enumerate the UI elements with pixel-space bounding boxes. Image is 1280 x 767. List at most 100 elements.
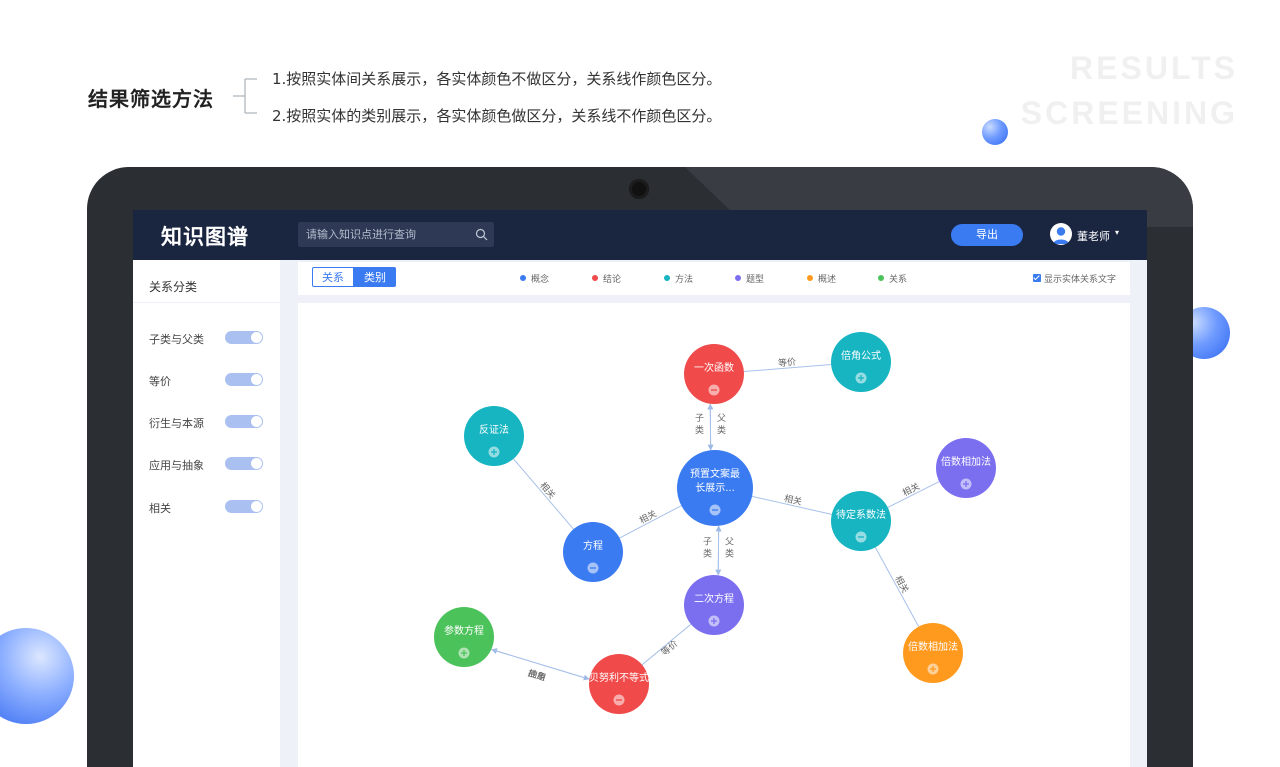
legend-label: 概念 — [531, 275, 549, 285]
legend-item: 概念 — [520, 272, 549, 285]
node-label: 方程 — [583, 539, 603, 552]
graph-node-equation[interactable]: 方程 — [563, 522, 623, 582]
user-name[interactable]: 董老师 — [1077, 228, 1110, 244]
edge-label: 父 — [717, 413, 726, 424]
filter-application-abstraction: 应用与抽象 — [149, 456, 269, 472]
sidebar-title: 关系分类 — [149, 278, 197, 295]
edge-label: 相关 — [637, 507, 659, 526]
graph-canvas[interactable]: 等价子类父类相关相关相关相关相关子类父类等价应用抽象 预置文案最长展示...一次… — [298, 303, 1130, 767]
legend-item: 题型 — [735, 272, 764, 285]
toggle-knob — [251, 374, 262, 385]
edge-label: 相关 — [892, 574, 911, 596]
show-relation-text-option[interactable]: 显示实体关系文字 — [1033, 272, 1116, 285]
legend-dot — [520, 275, 526, 281]
graph-node-param[interactable]: 参数方程 — [434, 607, 494, 667]
edge-label: 等价 — [778, 356, 797, 369]
node-label: 倍角公式 — [841, 349, 881, 362]
laptop-frame: 知识图谱 导出 董老师 ▾ 关系分类 子 — [87, 167, 1193, 767]
divider — [133, 302, 280, 303]
edge-label: 类 — [717, 424, 726, 436]
filter-toggle[interactable] — [225, 415, 263, 428]
legend-item: 概述 — [807, 272, 836, 285]
node-label: 倍数相加法 — [941, 455, 991, 468]
filter-derived-origin: 衍生与本源 — [149, 414, 269, 430]
legend-dot — [664, 275, 670, 281]
node-label: 倍数相加法 — [908, 640, 958, 653]
graph-node-multadd1[interactable]: 倍数相加法 — [936, 438, 996, 498]
chevron-down-icon[interactable]: ▾ — [1115, 228, 1119, 237]
legend-label: 概述 — [818, 275, 836, 285]
user-icon — [1050, 223, 1072, 245]
filter-label: 等价 — [149, 373, 171, 389]
slide-title: 结果筛选方法 — [88, 83, 214, 112]
edge-label: 相关 — [900, 480, 921, 499]
edge-label: 类 — [703, 548, 712, 560]
node-label: 长展示... — [695, 482, 735, 494]
search-input[interactable] — [298, 222, 476, 247]
legend-dot — [735, 275, 741, 281]
legend-label: 题型 — [746, 275, 764, 285]
node-label: 一次函数 — [694, 361, 734, 374]
node-label: 待定系数法 — [836, 508, 886, 521]
checkbox[interactable] — [1033, 274, 1041, 282]
view-mode-relation[interactable]: 关系 — [312, 267, 354, 287]
show-relation-text-label: 显示实体关系文字 — [1044, 275, 1116, 285]
bracket-decoration — [233, 78, 259, 114]
search-icon[interactable] — [475, 228, 488, 241]
legend-dot — [878, 275, 884, 281]
graph-node-center[interactable]: 预置文案最长展示... — [677, 450, 753, 526]
legend-item: 关系 — [878, 272, 907, 285]
legend-label: 方法 — [675, 275, 693, 285]
legend-dot — [592, 275, 598, 281]
legend-item: 结论 — [592, 272, 621, 285]
filter-toggle[interactable] — [225, 373, 263, 386]
graph-node-contra[interactable]: 反证法 — [464, 406, 524, 466]
watermark-results: RESULTS — [1070, 50, 1238, 87]
method-description-2: 2.按照实体的类别展示，各实体颜色做区分，关系线不作颜色区分。 — [272, 105, 721, 126]
filter-label: 应用与抽象 — [149, 457, 204, 473]
decorative-sphere — [982, 119, 1008, 145]
filter-label: 子类与父类 — [149, 331, 204, 347]
camera-icon — [629, 179, 649, 199]
graph-node-multadd2[interactable]: 倍数相加法 — [903, 623, 963, 683]
toggle-knob — [251, 416, 262, 427]
export-button[interactable]: 导出 — [951, 224, 1023, 246]
filter-toggle[interactable] — [225, 331, 263, 344]
edge-label: 子 — [695, 413, 704, 424]
edge-label: 类 — [725, 548, 734, 560]
graph-node-quad[interactable]: 二次方程 — [684, 575, 744, 635]
graph-node-bern[interactable]: 贝努利不等式 — [589, 654, 649, 714]
knowledge-graph[interactable]: 等价子类父类相关相关相关相关相关子类父类等价应用抽象 预置文案最长展示...一次… — [298, 303, 1130, 767]
node-label: 参数方程 — [444, 624, 484, 637]
toggle-knob — [251, 458, 262, 469]
view-mode-category[interactable]: 类别 — [354, 267, 396, 287]
toggle-knob — [251, 501, 262, 512]
filter-equivalent: 等价 — [149, 372, 269, 388]
app-header: 知识图谱 导出 董老师 ▾ — [133, 210, 1147, 260]
app-screen: 知识图谱 导出 董老师 ▾ 关系分类 子 — [133, 210, 1147, 767]
graph-toolbar: 关系 类别 概念 结论 方法 题型 概述 关系 显示实体关系文字 — [298, 262, 1130, 295]
legend-dot — [807, 275, 813, 281]
graph-node-double[interactable]: 倍角公式 — [831, 332, 891, 392]
graph-node-linear[interactable]: 一次函数 — [684, 344, 744, 404]
legend-label: 关系 — [889, 275, 907, 285]
filter-toggle[interactable] — [225, 500, 263, 513]
edge-label: 等价 — [659, 638, 681, 659]
filter-label: 衍生与本源 — [149, 415, 204, 431]
edge-label: 相关 — [783, 492, 803, 508]
node-label: 二次方程 — [694, 592, 734, 605]
avatar[interactable] — [1050, 223, 1072, 245]
app-logo: 知识图谱 — [161, 221, 249, 251]
filter-label: 相关 — [149, 500, 171, 516]
legend-item: 方法 — [664, 272, 693, 285]
edge-label: 类 — [695, 424, 704, 436]
toggle-knob — [251, 332, 262, 343]
watermark-screening: SCREENING — [1021, 95, 1238, 132]
filter-toggle[interactable] — [225, 457, 263, 470]
decorative-sphere — [0, 628, 74, 724]
node-label: 预置文案最 — [690, 467, 740, 480]
graph-node-undet[interactable]: 待定系数法 — [831, 491, 891, 551]
legend-label: 结论 — [603, 275, 621, 285]
node-label: 贝努利不等式 — [589, 671, 649, 684]
edge-label: 抽象 — [527, 667, 548, 684]
